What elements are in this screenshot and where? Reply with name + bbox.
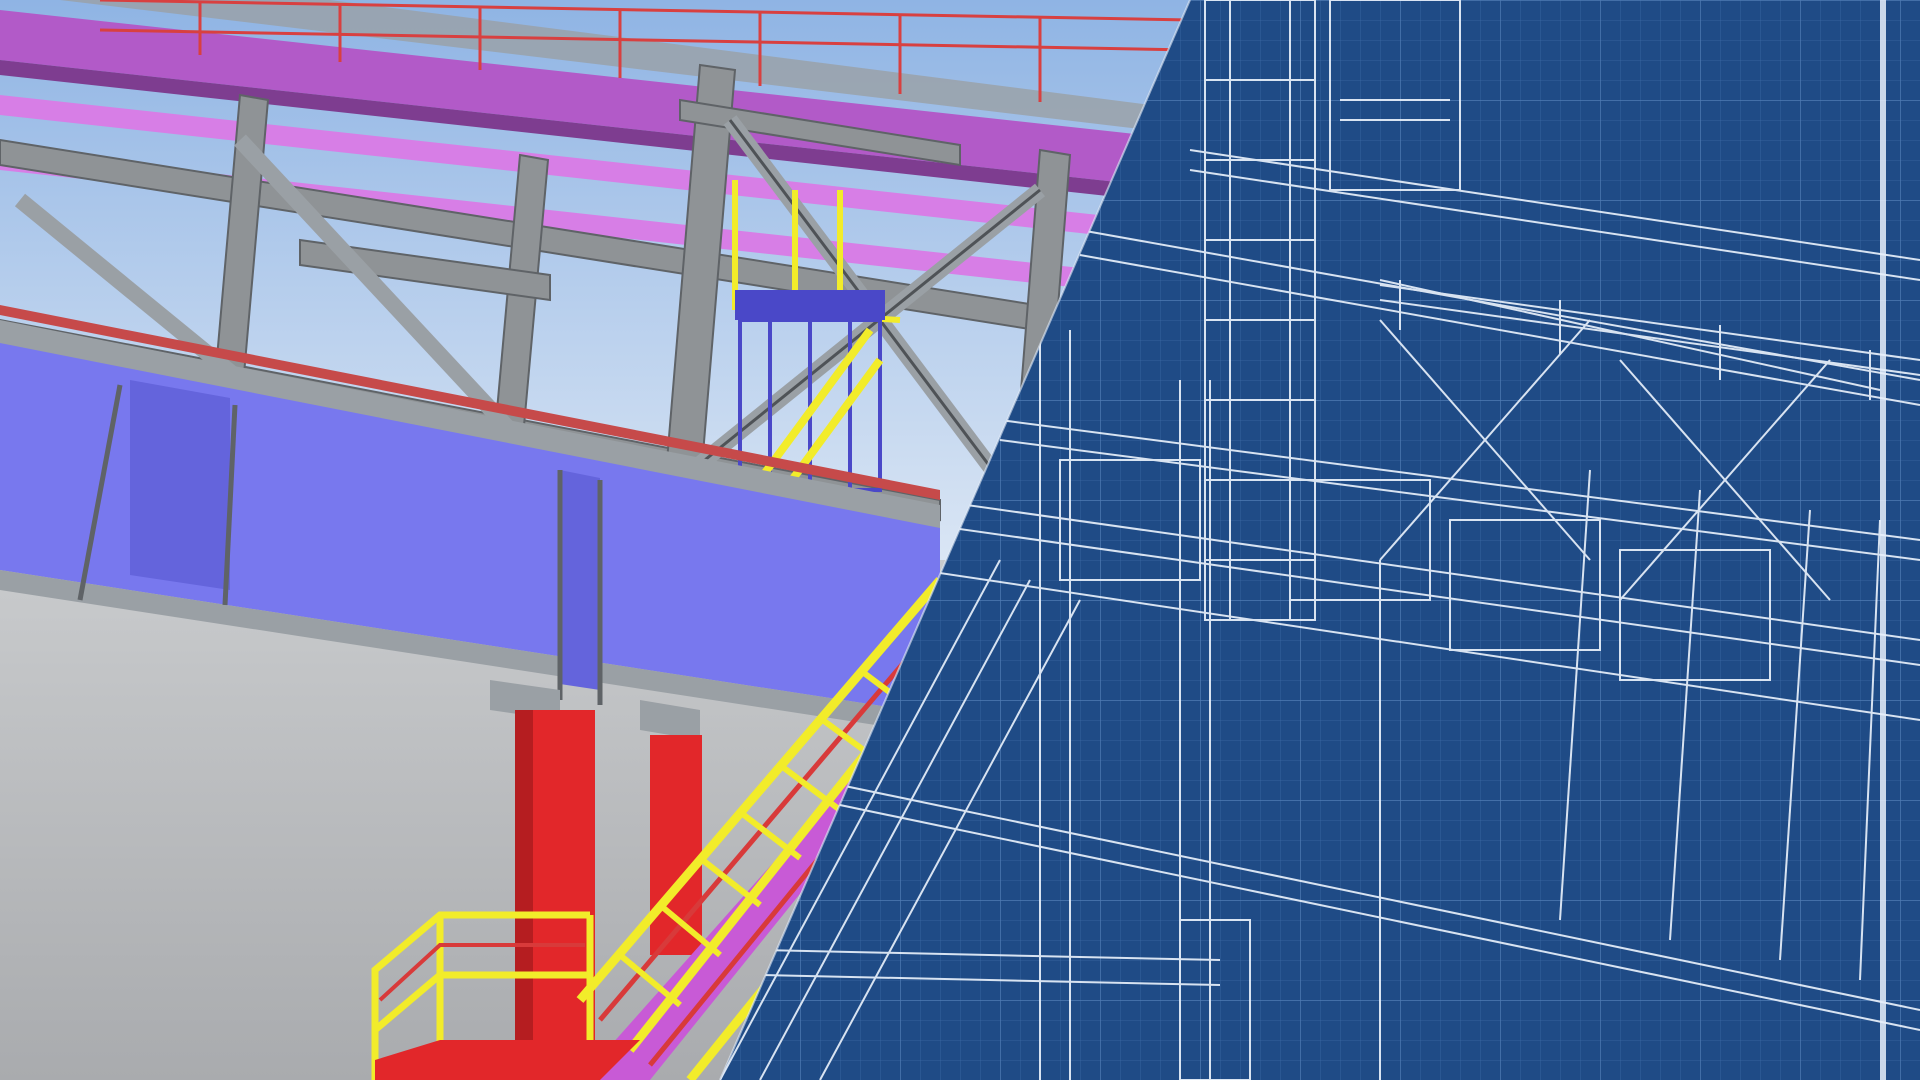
structure-render-scene xyxy=(0,0,1920,1080)
upper-landing xyxy=(735,290,885,320)
blueprint-border xyxy=(1880,0,1886,1080)
